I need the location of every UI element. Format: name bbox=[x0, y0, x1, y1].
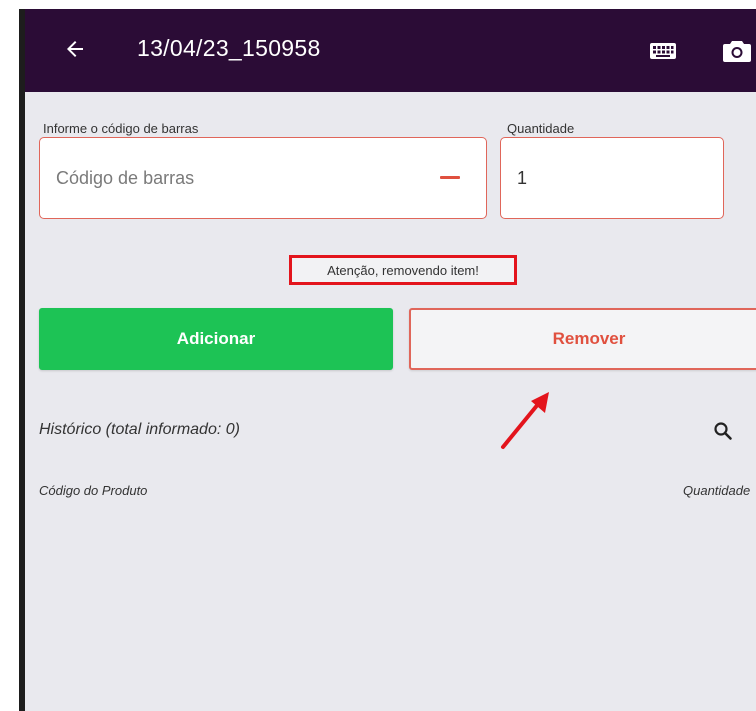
remove-warning: Atenção, removendo item! bbox=[289, 255, 517, 285]
column-header-quantity: Quantidade bbox=[683, 483, 751, 498]
top-app-bar: 13/04/23_150958 bbox=[25, 9, 756, 92]
quantity-field[interactable] bbox=[500, 137, 724, 219]
keyboard-icon bbox=[650, 43, 676, 59]
barcode-label: Informe o código de barras bbox=[43, 121, 199, 136]
add-button[interactable]: Adicionar bbox=[39, 308, 393, 370]
camera-button[interactable] bbox=[719, 33, 755, 69]
back-button[interactable] bbox=[57, 31, 93, 67]
arrow-left-icon bbox=[67, 41, 83, 57]
minus-icon[interactable] bbox=[440, 176, 460, 179]
quantity-label: Quantidade bbox=[507, 121, 575, 136]
barcode-input[interactable] bbox=[56, 138, 416, 218]
search-button[interactable] bbox=[709, 417, 737, 445]
search-icon bbox=[714, 422, 732, 440]
column-header-product-code: Código do Produto bbox=[39, 483, 148, 498]
red-arrow-icon bbox=[501, 392, 549, 449]
barcode-field[interactable] bbox=[39, 137, 487, 219]
left-margin bbox=[0, 0, 19, 711]
page-title: 13/04/23_150958 bbox=[137, 35, 321, 61]
camera-icon bbox=[723, 41, 751, 62]
quantity-input[interactable] bbox=[517, 138, 707, 218]
history-title: Histórico (total informado: 0) bbox=[39, 421, 240, 438]
app-screen: 13/04/23_150958 Informe o código de barr… bbox=[19, 9, 756, 711]
keyboard-button[interactable] bbox=[647, 35, 679, 67]
remove-button[interactable]: Remover bbox=[409, 308, 756, 370]
